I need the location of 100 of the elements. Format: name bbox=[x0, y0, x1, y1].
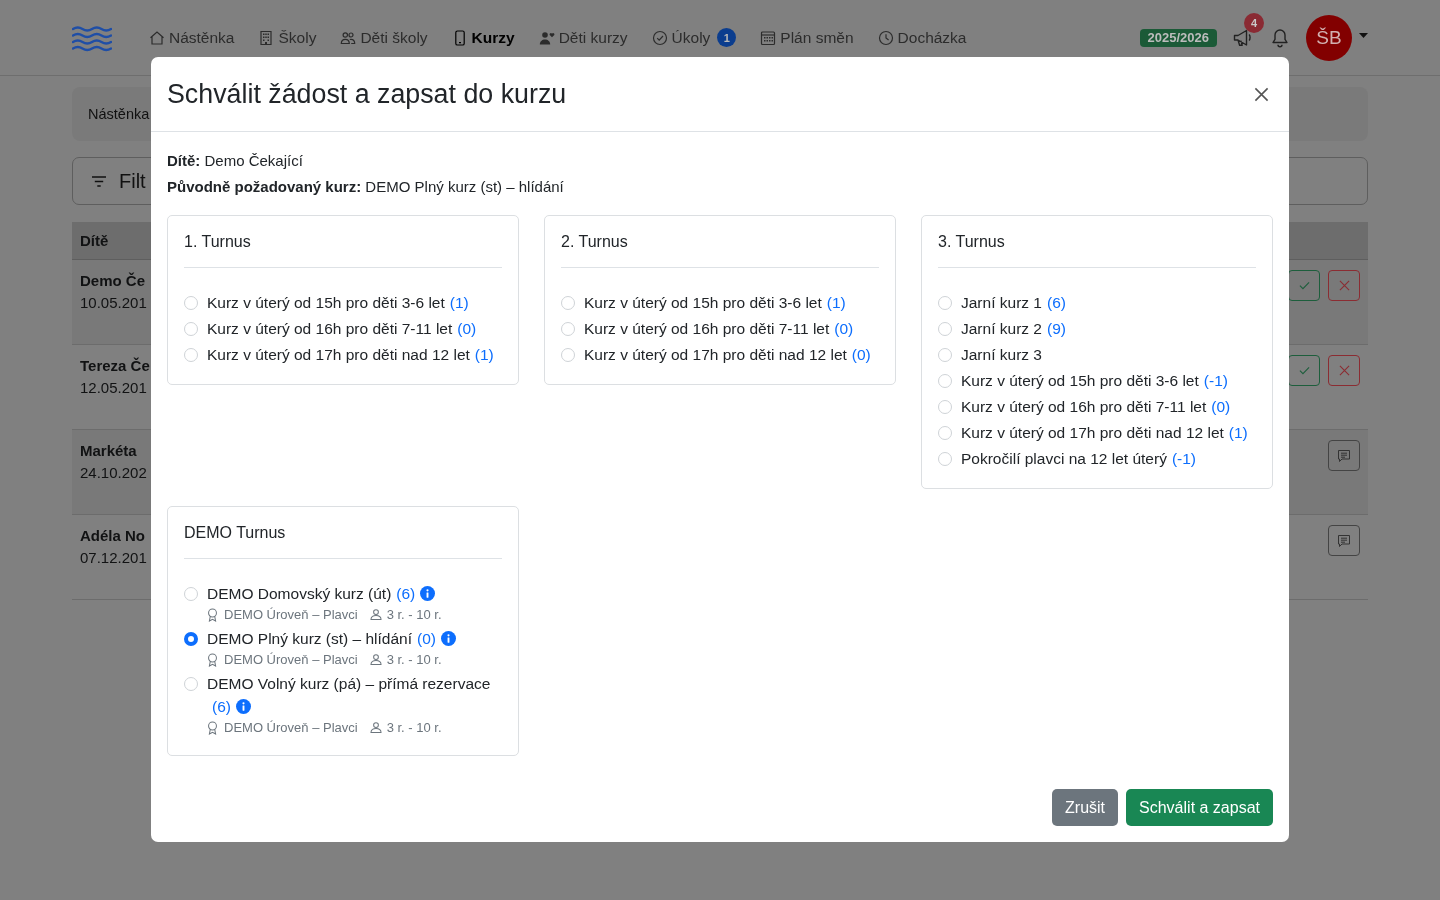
nav-link[interactable]: Docházka bbox=[877, 28, 967, 47]
course-count: (0) bbox=[1211, 398, 1231, 415]
course-name[interactable]: Kurz v úterý od 15h pro děti 3-6 let bbox=[584, 294, 822, 311]
course-count: (1) bbox=[474, 346, 494, 363]
course-name[interactable]: Pokročilí plavci na 12 let úterý bbox=[961, 450, 1167, 467]
age-range: 3 r. - 10 r. bbox=[386, 719, 442, 737]
notification-count-badge: 4 bbox=[1244, 12, 1264, 33]
award-icon bbox=[207, 720, 218, 735]
column-header: Dítě bbox=[80, 232, 109, 249]
calendar-icon bbox=[760, 29, 777, 46]
nav-link[interactable]: Nástěnka bbox=[149, 28, 235, 47]
filter-icon bbox=[91, 174, 107, 188]
course-name[interactable]: Kurz v úterý od 16h pro děti 7-11 let bbox=[584, 320, 830, 337]
course-name[interactable]: DEMO Domovský kurz (út) bbox=[207, 585, 392, 602]
course-count: (0) bbox=[417, 630, 436, 647]
course-name[interactable]: Kurz v úterý od 17h pro děti nad 12 let bbox=[584, 346, 847, 363]
course-name[interactable]: DEMO Plný kurz (st) – hlídání bbox=[207, 630, 412, 647]
child-name: Adéla No bbox=[80, 526, 146, 546]
nav-link[interactable]: Kurzy bbox=[451, 28, 515, 47]
course-count: (-1) bbox=[1203, 372, 1228, 389]
group-title: 2. Turnus bbox=[561, 232, 629, 252]
nav-link[interactable]: Školy bbox=[258, 28, 317, 47]
birth-date: 24.10.202 bbox=[80, 463, 147, 483]
info-icon[interactable] bbox=[420, 586, 436, 601]
course-count: (0) bbox=[834, 320, 854, 337]
child-name: Tereza Če bbox=[80, 356, 150, 376]
person-icon bbox=[369, 654, 382, 665]
group-title: DEMO Turnus bbox=[184, 523, 287, 543]
birth-date: 10.05.201 bbox=[80, 293, 147, 313]
season-badge: 2025/2026 bbox=[1139, 28, 1217, 47]
building-icon bbox=[258, 29, 275, 46]
course-count: (1) bbox=[1228, 424, 1248, 441]
course-count: (0) bbox=[851, 346, 871, 363]
course-count: (-1) bbox=[1171, 450, 1196, 467]
check-circle-icon bbox=[651, 29, 668, 46]
radio-button[interactable] bbox=[184, 631, 198, 646]
waves-logo-icon[interactable] bbox=[72, 25, 112, 52]
award-icon bbox=[207, 652, 218, 667]
course-name[interactable]: Kurz v úterý od 15h pro děti 3-6 let bbox=[961, 372, 1199, 389]
check-icon bbox=[1298, 280, 1310, 291]
nav-link[interactable]: Děti kurzy bbox=[538, 28, 628, 47]
course-count: (6) bbox=[212, 698, 231, 715]
course-count: (9) bbox=[1047, 320, 1066, 337]
birth-date: 07.12.201 bbox=[80, 548, 147, 568]
course-count: (6) bbox=[396, 585, 416, 602]
user-avatar[interactable]: ŠB bbox=[1306, 14, 1352, 61]
course-count: (1) bbox=[826, 294, 846, 311]
cross-icon bbox=[1338, 280, 1350, 291]
cross-icon bbox=[1338, 365, 1350, 376]
course-level: DEMO Úroveň – Plavci bbox=[224, 651, 358, 669]
award-icon bbox=[207, 607, 218, 622]
course-name[interactable]: Kurz v úterý od 16h pro děti 7-11 let bbox=[207, 320, 453, 337]
nav-link[interactable]: Úkoly 1 bbox=[651, 28, 737, 47]
info-icon[interactable] bbox=[235, 699, 251, 714]
course-level: DEMO Úroveň – Plavci bbox=[224, 719, 358, 737]
group-title: 3. Turnus bbox=[938, 232, 1006, 252]
course-count: (6) bbox=[1047, 294, 1066, 311]
child-name: Markéta bbox=[80, 441, 138, 461]
bell-icon[interactable] bbox=[1271, 27, 1289, 48]
caret-icon[interactable] bbox=[1359, 33, 1368, 38]
task-count-badge: 1 bbox=[717, 28, 737, 47]
comment-button[interactable] bbox=[1328, 525, 1360, 556]
message-icon bbox=[1337, 448, 1351, 463]
age-range: 3 r. - 10 r. bbox=[386, 651, 442, 669]
course-name[interactable]: Jarní kurz 2 bbox=[961, 320, 1042, 337]
course-count: (0) bbox=[457, 320, 477, 337]
course-name[interactable]: Kurz v úterý od 16h pro děti 7-11 let bbox=[961, 398, 1207, 415]
course-name[interactable]: DEMO Volný kurz (pá) – přímá rezervace bbox=[207, 675, 491, 692]
info-text: Dítě: Demo Čekající bbox=[167, 152, 303, 169]
birth-date: 12.05.201 bbox=[80, 378, 148, 398]
clock-icon bbox=[877, 29, 894, 46]
info-text: Původně požadovaný kurz: DEMO Plný kurz (st) – hlídání bbox=[167, 178, 564, 195]
people-icon bbox=[340, 29, 357, 46]
house-icon bbox=[149, 29, 165, 46]
child-name: Demo Če bbox=[80, 271, 147, 291]
nav-link[interactable]: Děti školy bbox=[340, 28, 428, 47]
modal-title: Schválit žádost a zapsat do kurzu bbox=[167, 78, 567, 110]
course-level: DEMO Úroveň – Plavci bbox=[224, 606, 358, 624]
approve-enroll-button[interactable]: Schválit a zapsat bbox=[1126, 789, 1273, 826]
person-heart-icon bbox=[538, 29, 555, 46]
course-name[interactable]: Jarní kurz 1 bbox=[961, 294, 1042, 311]
age-range: 3 r. - 10 r. bbox=[386, 606, 442, 624]
group-title: 1. Turnus bbox=[184, 232, 252, 252]
course-count: (1) bbox=[449, 294, 469, 311]
person-icon bbox=[369, 722, 382, 733]
course-name[interactable]: Kurz v úterý od 17h pro děti nad 12 let bbox=[207, 346, 470, 363]
info-icon[interactable] bbox=[440, 631, 456, 646]
reject-button[interactable] bbox=[1328, 270, 1360, 301]
check-icon bbox=[1298, 365, 1310, 376]
course-name[interactable]: Kurz v úterý od 17h pro děti nad 12 let bbox=[961, 424, 1224, 441]
comment-button[interactable] bbox=[1328, 440, 1360, 471]
person-icon bbox=[369, 609, 382, 620]
cancel-button[interactable]: Zrušit bbox=[1052, 789, 1119, 826]
reject-button[interactable] bbox=[1328, 355, 1360, 386]
nav-link[interactable]: Plán směn bbox=[760, 28, 854, 47]
course-name[interactable]: Kurz v úterý od 15h pro děti 3-6 let bbox=[207, 294, 445, 311]
breadcrumb-item[interactable]: Nástěnka bbox=[88, 106, 150, 122]
message-icon bbox=[1337, 533, 1351, 548]
filter-label: Filt bbox=[119, 169, 146, 193]
course-name[interactable]: Jarní kurz 3 bbox=[961, 346, 1042, 363]
